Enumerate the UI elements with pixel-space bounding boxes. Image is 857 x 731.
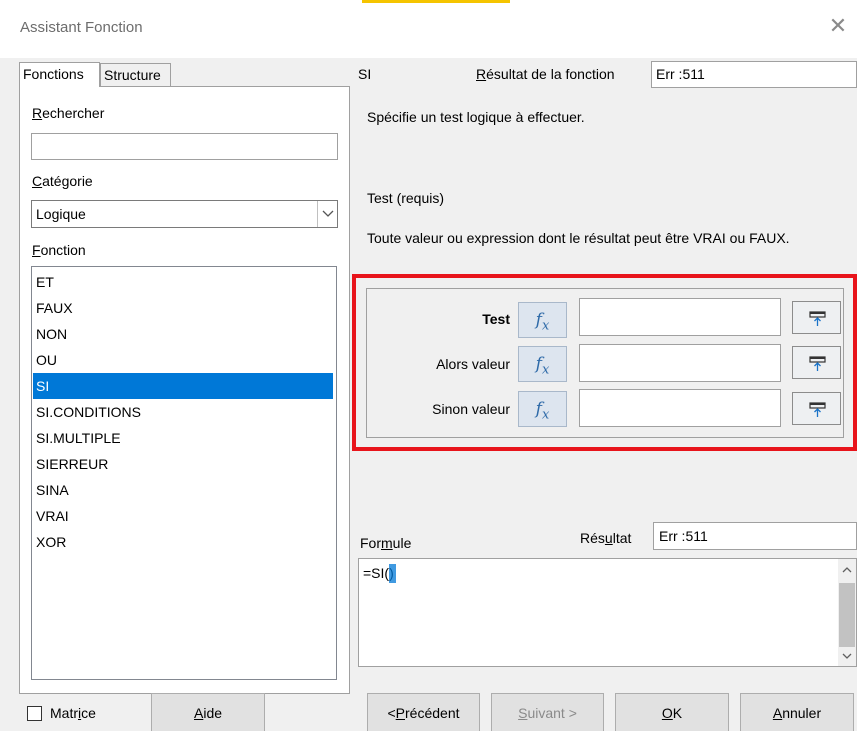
- function-description: Spécifie un test logique à effectuer.: [367, 109, 585, 125]
- previous-button[interactable]: <Précédent: [367, 693, 480, 731]
- next-button[interactable]: Suivant >: [491, 693, 604, 731]
- arg-then-input[interactable]: [579, 344, 781, 382]
- list-item[interactable]: OU: [33, 347, 333, 373]
- arg-then-shrink-button[interactable]: [792, 346, 841, 379]
- category-dropdown-button[interactable]: [317, 201, 337, 227]
- list-item[interactable]: VRAI: [33, 503, 333, 529]
- arg-test-label: Test: [482, 311, 510, 327]
- result-label: Résultat de la fonction: [476, 66, 615, 82]
- list-item[interactable]: SI.CONDITIONS: [33, 399, 333, 425]
- tab-functions[interactable]: Fonctions: [19, 62, 100, 87]
- function-list[interactable]: ET FAUX NON OU SI SI.CONDITIONS SI.MULTI…: [31, 266, 337, 680]
- shrink-collapse-icon: [809, 356, 826, 371]
- function-label: Fonction: [32, 242, 86, 258]
- tab-structure[interactable]: Structure: [100, 63, 171, 87]
- list-item[interactable]: ET: [33, 269, 333, 295]
- search-input[interactable]: [31, 133, 338, 160]
- search-label-mnemonic: R: [32, 105, 43, 121]
- chevron-up-icon[interactable]: [838, 563, 856, 577]
- chevron-down-icon[interactable]: [838, 649, 856, 663]
- fx-function-icon[interactable]: fx: [518, 391, 567, 427]
- arg-else-shrink-button[interactable]: [792, 392, 841, 425]
- list-item[interactable]: SI.MULTIPLE: [33, 425, 333, 451]
- category-select[interactable]: Logique: [31, 200, 338, 228]
- matrix-checkbox[interactable]: [27, 706, 42, 721]
- ok-button[interactable]: OK: [615, 693, 729, 731]
- list-item-selected[interactable]: SI: [33, 373, 333, 399]
- fx-function-icon[interactable]: fx: [518, 302, 567, 338]
- formula-editor[interactable]: =SI(): [358, 558, 857, 667]
- formula-scrollbar[interactable]: [838, 559, 856, 666]
- chevron-down-icon: [322, 210, 334, 217]
- arg-else-label: Sinon valeur: [432, 401, 510, 417]
- arg-then-label: Alors valeur: [436, 356, 510, 372]
- search-label: Rechercher: [32, 105, 104, 121]
- text-cursor: [389, 564, 396, 583]
- formula-result-label: Résultat: [580, 530, 632, 546]
- close-icon[interactable]: ✕: [826, 14, 850, 38]
- fx-function-icon[interactable]: fx: [518, 346, 567, 382]
- list-item[interactable]: SINA: [33, 477, 333, 503]
- help-button[interactable]: Aide: [151, 693, 265, 731]
- shrink-collapse-icon: [809, 402, 826, 417]
- matrix-label[interactable]: Matrice: [50, 705, 96, 721]
- parameter-description: Toute valeur ou expression dont le résul…: [367, 230, 790, 246]
- shrink-collapse-icon: [809, 311, 826, 326]
- title-accent: [362, 0, 510, 3]
- scrollbar-thumb[interactable]: [839, 583, 855, 647]
- function-name: SI: [358, 66, 372, 82]
- formula-label: Formule: [360, 535, 412, 551]
- arg-else-input[interactable]: [579, 389, 781, 427]
- search-label-rest: echercher: [42, 105, 105, 121]
- list-item[interactable]: XOR: [33, 529, 333, 555]
- parameter-title: Test (requis): [367, 190, 445, 206]
- list-item[interactable]: NON: [33, 321, 333, 347]
- list-item[interactable]: SIERREUR: [33, 451, 333, 477]
- cancel-button[interactable]: Annuler: [740, 693, 854, 731]
- formula-result-field: Err :511: [653, 522, 857, 550]
- arg-test-shrink-button[interactable]: [792, 301, 841, 334]
- dialog-title: Assistant Fonction: [20, 19, 143, 36]
- category-value: Logique: [36, 206, 86, 222]
- arg-test-input[interactable]: [579, 298, 781, 336]
- list-item[interactable]: FAUX: [33, 295, 333, 321]
- category-label: Catégorie: [32, 173, 93, 189]
- function-result-field: Err :511: [651, 61, 857, 88]
